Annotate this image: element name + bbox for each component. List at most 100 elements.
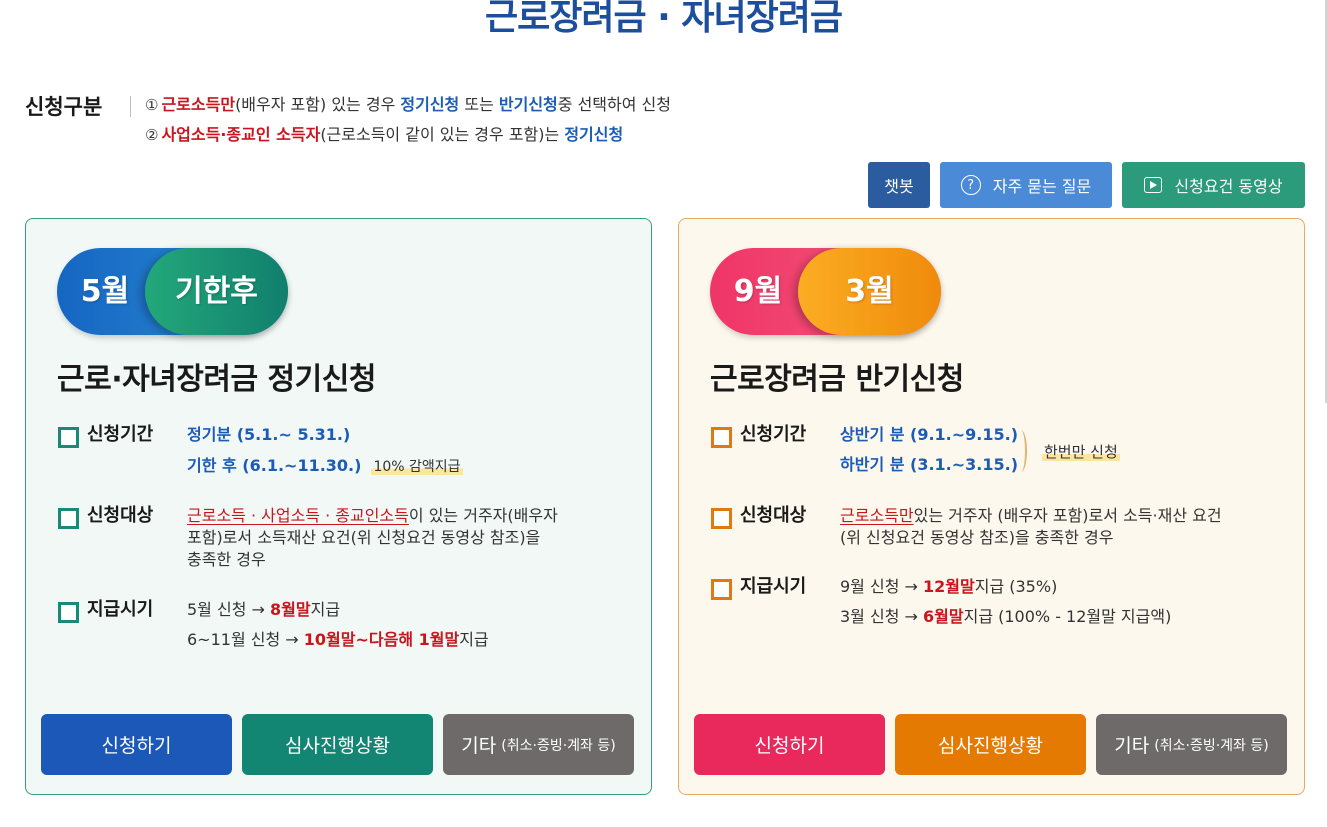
row-label-payment: 지급시기 <box>87 599 154 620</box>
emphasis-earned-income-only: 근로소득만 <box>161 95 236 114</box>
requirements-video-button-label: 신청요건 동영상 <box>1174 177 1283 196</box>
category-text: (근로소득이 같이 있는 경우 포함)는 <box>320 125 565 144</box>
payment-text: 3월 신청 → <box>840 607 924 626</box>
target-line-2: 포함)로서 소득재산 요건(위 신청요건 동영상 참조)을 <box>187 528 541 547</box>
earned-income-highlight: 근로소득만 <box>840 506 914 525</box>
category-line-1: ① 근로소득만(배우자 포함) 있는 경우 정기신청 또는 반기신청중 선택하여 … <box>145 94 671 116</box>
row-eligibility: 신청대상 근로소득 · 사업소득 · 종교인소득이 있는 거주자(배우자 포함)… <box>58 505 638 595</box>
category-label: 신청구분 <box>25 95 103 119</box>
period-first-half: 상반기 분 (9.1.~9.15.) <box>840 425 1019 444</box>
emphasis-semiannual-application: 반기신청 <box>498 95 558 114</box>
period-late-line: 기한 후 (6.1.~11.30.) 10% 감액지급 <box>187 455 463 477</box>
row-label-target: 신청대상 <box>87 505 154 526</box>
row-label-payment: 지급시기 <box>740 576 807 597</box>
row-payment-time: 지급시기 9월 신청 → 12월말지급 (35%) 3월 신청 → 6월말지급 … <box>711 576 1291 666</box>
row-application-period: 신청기간 상반기 분 (9.1.~9.15.) 하반기 분 (3.1.~3.15… <box>711 424 1291 514</box>
regular-application-card: 5월 기한후 근로·자녀장려금 정기신청 신청기간 정기분 (5.1.~ 5.3… <box>25 218 652 795</box>
payment-line-2: 3월 신청 → 6월말지급 (100% - 12월말 지급액) <box>840 606 1171 628</box>
card-heading: 근로장려금 반기신청 <box>710 362 964 397</box>
square-bullet-icon <box>58 508 79 529</box>
payment-text: 지급 (35%) <box>974 577 1058 596</box>
row-payment-time: 지급시기 5월 신청 → 8월말지급 6~11월 신청 → 10월말~다음해 1… <box>58 599 638 689</box>
pill-secondary-label: 3월 <box>798 248 941 335</box>
emphasis-regular-application: 정기신청 <box>564 125 624 144</box>
semiannual-application-card: 9월 3월 근로장려금 반기신청 신청기간 상반기 분 (9.1.~9.15.)… <box>678 218 1305 795</box>
square-bullet-icon <box>58 602 79 623</box>
other-button-label: 기타 <box>461 735 497 757</box>
payment-values: 9월 신청 → 12월말지급 (35%) 3월 신청 → 6월말지급 (100%… <box>840 576 1171 628</box>
play-icon <box>1144 177 1163 193</box>
chatbot-button-label: 챗봇 <box>884 177 914 196</box>
square-bullet-icon <box>711 508 732 529</box>
pill-primary-label: 5월 <box>80 274 130 309</box>
card-heading: 근로·자녀장려금 정기신청 <box>57 362 376 397</box>
target-values: 근로소득만있는 거주자 (배우자 포함)로서 소득·재산 요건 (위 신청요건 … <box>840 505 1222 549</box>
payment-date-highlight: 8월말 <box>270 600 311 619</box>
payment-text: 지급 (100% - 12월말 지급액) <box>963 607 1172 626</box>
row-label-period: 신청기간 <box>740 424 807 445</box>
category-text: 또는 <box>459 95 499 114</box>
period-late: 기한 후 (6.1.~11.30.) <box>187 456 362 475</box>
payment-line-2: 6~11월 신청 → 10월말~다음해 1월말지급 <box>187 629 489 651</box>
row-label-target: 신청대상 <box>740 505 807 526</box>
period-values: 정기분 (5.1.~ 5.31.) 기한 후 (6.1.~11.30.) 10% … <box>187 424 463 477</box>
target-text: 이 있는 거주자(배우자 <box>408 506 558 525</box>
requirements-video-button[interactable]: 신청요건 동영상 <box>1122 162 1305 208</box>
payment-text: 5월 신청 → <box>187 600 271 619</box>
square-bullet-icon <box>711 427 732 448</box>
payment-text: 지급 <box>310 600 341 619</box>
payment-line-1: 9월 신청 → 12월말지급 (35%) <box>840 576 1171 598</box>
other-button-detail: (취소·증빙·계좌 등) <box>1154 737 1269 754</box>
period-pill: 9월 3월 <box>710 248 941 335</box>
period-regular: 정기분 (5.1.~ 5.31.) <box>187 425 351 444</box>
faq-button[interactable]: 자주 묻는 질문 <box>940 162 1112 208</box>
other-button[interactable]: 기타 (취소·증빙·계좌 등) <box>1096 714 1287 775</box>
payment-date-highlight: 12월말 <box>923 577 975 596</box>
payment-text: 6~11월 신청 → <box>187 630 304 649</box>
square-bullet-icon <box>711 579 732 600</box>
circled-number: ① <box>145 96 159 114</box>
apply-button[interactable]: 신청하기 <box>41 714 232 775</box>
once-only-note: 한번만 신청 <box>1042 441 1120 463</box>
payment-text: 지급 <box>459 630 489 649</box>
other-button[interactable]: 기타 (취소·증빙·계좌 등) <box>443 714 634 775</box>
square-bullet-icon <box>58 427 79 448</box>
emphasis-business-religious-income: 사업소득·종교인 소득자 <box>161 125 321 144</box>
review-status-button-label: 심사진행상황 <box>285 735 390 757</box>
review-status-button-label: 심사진행상황 <box>938 735 1043 757</box>
payment-date-highlight: 10월말~다음해 1월말 <box>303 630 460 649</box>
income-types-highlight: 근로소득 · 사업소득 · 종교인소득 <box>187 506 409 525</box>
bracket-decoration <box>1015 430 1027 472</box>
review-status-button[interactable]: 심사진행상황 <box>895 714 1086 775</box>
apply-button[interactable]: 신청하기 <box>694 714 885 775</box>
emphasis-regular-application: 정기신청 <box>400 95 460 114</box>
category-text: 중 선택하여 신청 <box>557 95 671 114</box>
reduction-note: 10% 감액지급 <box>371 459 463 475</box>
target-text: 있는 거주자 (배우자 포함)로서 소득·재산 요건 <box>913 506 1222 525</box>
row-label-period: 신청기간 <box>87 424 154 445</box>
once-only-note-text: 한번만 신청 <box>1042 443 1120 461</box>
apply-button-label: 신청하기 <box>101 735 172 757</box>
faq-button-label: 자주 묻는 질문 <box>992 177 1092 196</box>
pill-secondary-label: 기한후 <box>145 248 288 335</box>
pill-primary-label: 9월 <box>733 274 783 309</box>
period-values: 상반기 분 (9.1.~9.15.) 하반기 분 (3.1.~3.15.) <box>840 424 1018 476</box>
target-values: 근로소득 · 사업소득 · 종교인소득이 있는 거주자(배우자 포함)로서 소득… <box>187 505 558 571</box>
chatbot-button[interactable]: 챗봇 <box>868 162 930 208</box>
target-line-1: 근로소득 · 사업소득 · 종교인소득이 있는 거주자(배우자 <box>187 505 558 527</box>
payment-line-1: 5월 신청 → 8월말지급 <box>187 599 489 621</box>
category-line-2: ② 사업소득·종교인 소득자(근로소득이 같이 있는 경우 포함)는 정기신청 <box>145 124 623 146</box>
review-status-button[interactable]: 심사진행상황 <box>242 714 433 775</box>
target-line-1: 근로소득만있는 거주자 (배우자 포함)로서 소득·재산 요건 <box>840 505 1222 527</box>
payment-date-highlight: 6월말 <box>923 607 964 626</box>
other-button-label: 기타 <box>1114 735 1150 757</box>
target-line-2: (위 신청요건 동영상 참조)을 충족한 경우 <box>840 528 1114 547</box>
circled-number: ② <box>145 126 159 144</box>
apply-button-label: 신청하기 <box>754 735 825 757</box>
page-title: 근로장려금 · 자녀장려금 <box>485 0 843 38</box>
question-circle-icon <box>960 175 981 195</box>
row-application-period: 신청기간 정기분 (5.1.~ 5.31.) 기한 후 (6.1.~11.30.… <box>58 424 638 514</box>
payment-text: 9월 신청 → <box>840 577 924 596</box>
category-divider <box>130 96 131 117</box>
payment-values: 5월 신청 → 8월말지급 6~11월 신청 → 10월말~다음해 1월말지급 <box>187 599 489 651</box>
